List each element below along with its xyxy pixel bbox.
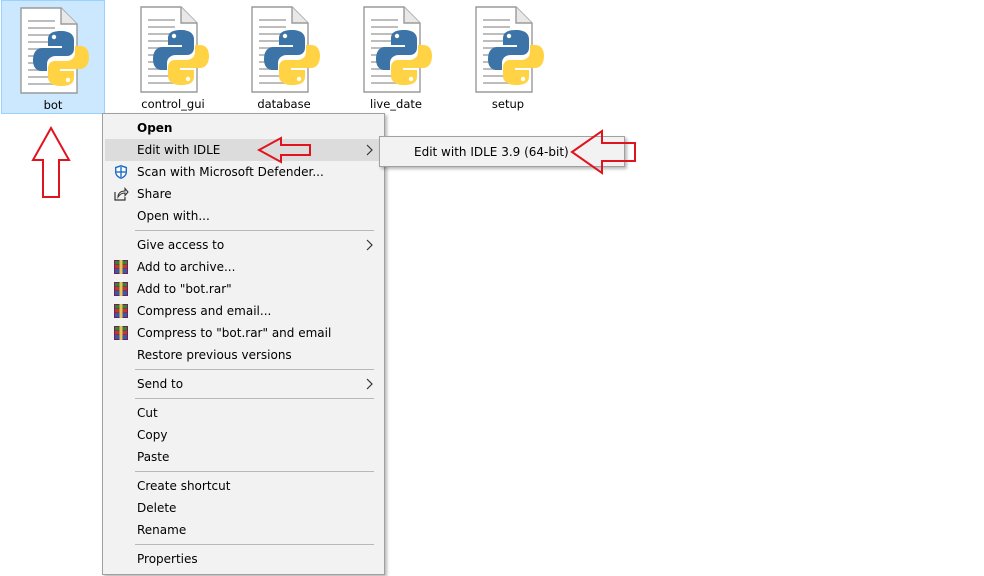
python-file-icon [251, 6, 321, 93]
menu-item-properties[interactable]: Properties [105, 548, 382, 570]
file-item[interactable]: setup [456, 0, 560, 114]
chevron-right-icon [366, 144, 373, 156]
menu-item-rename[interactable]: Rename [105, 519, 382, 541]
menu-item-label: Share [137, 187, 172, 201]
menu-item-share[interactable]: Share [105, 183, 382, 205]
python-file-icon [20, 7, 90, 94]
file-item[interactable]: database [232, 0, 336, 114]
menu-item-label: Delete [137, 501, 177, 515]
menu-item-add-to-archive[interactable]: Add to archive... [105, 256, 382, 278]
file-name: bot [43, 98, 63, 112]
file-name: database [257, 97, 311, 111]
menu-item-send-to[interactable]: Send to [105, 373, 382, 395]
menu-item-label: Compress to "bot.rar" and email [137, 326, 332, 340]
winrar-icon [114, 304, 128, 318]
menu-item-label: Scan with Microsoft Defender... [137, 165, 324, 179]
menu-item-label: Add to "bot.rar" [137, 282, 232, 296]
menu-item-label: Cut [137, 406, 158, 420]
annotation-left-arrow-icon [570, 129, 636, 175]
menu-separator [135, 230, 374, 231]
menu-separator [135, 398, 374, 399]
menu-item-add-to-bot-rar[interactable]: Add to "bot.rar" [105, 278, 382, 300]
menu-item-paste[interactable]: Paste [105, 446, 382, 468]
menu-item-label: Add to archive... [137, 260, 236, 274]
menu-item-copy[interactable]: Copy [105, 424, 382, 446]
chevron-right-icon [366, 378, 373, 390]
winrar-icon [114, 282, 128, 296]
file-name: control_gui [141, 97, 205, 111]
menu-item-give-access-to[interactable]: Give access to [105, 234, 382, 256]
menu-separator [135, 471, 374, 472]
menu-item-label: Compress and email... [137, 304, 272, 318]
menu-item-edit-with-idle[interactable]: Edit with IDLE [105, 139, 382, 161]
menu-item-label: Properties [137, 552, 198, 566]
file-item[interactable]: bot [1, 0, 105, 114]
annotation-left-arrow-icon [257, 136, 311, 164]
annotation-up-arrow-icon [31, 126, 71, 198]
menu-item-compress-and-email[interactable]: Compress and email... [105, 300, 382, 322]
menu-item-label: Restore previous versions [137, 348, 292, 362]
menu-separator [135, 544, 374, 545]
defender-shield-icon [115, 165, 127, 179]
file-item[interactable]: control_gui [121, 0, 225, 114]
file-name: live_date [370, 97, 422, 111]
menu-item-cut[interactable]: Cut [105, 402, 382, 424]
menu-item-delete[interactable]: Delete [105, 497, 382, 519]
menu-item-label: Create shortcut [137, 479, 231, 493]
menu-item-restore-previous-versions[interactable]: Restore previous versions [105, 344, 382, 366]
python-file-icon [140, 6, 210, 93]
menu-item-open[interactable]: Open [105, 117, 382, 139]
menu-item-label: Edit with IDLE 3.9 (64-bit) [414, 145, 569, 159]
menu-item-label: Paste [137, 450, 170, 464]
context-menu: Open Edit with IDLE Scan with Microsoft De… [102, 113, 385, 575]
menu-item-label: Copy [137, 428, 168, 442]
file-item[interactable]: live_date [344, 0, 448, 114]
menu-item-compress-to-bot-rar-and-email[interactable]: Compress to "bot.rar" and email [105, 322, 382, 344]
python-file-icon [363, 6, 433, 93]
winrar-icon [114, 260, 128, 274]
python-file-icon [475, 6, 545, 93]
chevron-right-icon [366, 239, 373, 251]
share-icon [114, 187, 129, 201]
menu-item-open-with[interactable]: Open with... [105, 205, 382, 227]
menu-item-label: Rename [137, 523, 187, 537]
menu-item-label: Send to [137, 377, 184, 391]
menu-item-scan-with-microsoft-defender[interactable]: Scan with Microsoft Defender... [105, 161, 382, 183]
menu-item-label: Edit with IDLE [137, 143, 221, 157]
menu-item-label: Give access to [137, 238, 225, 252]
file-name: setup [491, 97, 525, 111]
winrar-icon [114, 326, 128, 340]
menu-item-create-shortcut[interactable]: Create shortcut [105, 475, 382, 497]
menu-separator [135, 369, 374, 370]
menu-item-label: Open with... [137, 209, 210, 223]
menu-item-label: Open [137, 121, 173, 135]
